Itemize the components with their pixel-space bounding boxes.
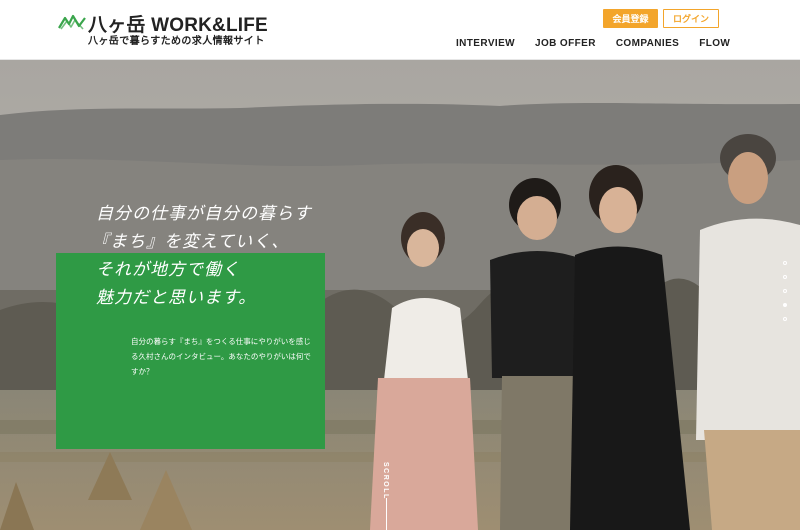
slider-dot[interactable] (783, 317, 787, 321)
slider-dot-active[interactable] (783, 303, 787, 307)
mountain-logo-icon (58, 14, 86, 30)
login-button[interactable]: ログイン (663, 9, 719, 28)
lead-line: すか？ (131, 367, 154, 376)
site-header: 八ヶ岳 WORK&LIFE 八ヶ岳で暮らすための求人情報サイト 会員登録 ログイ… (0, 0, 800, 60)
hero-slider: 自分の仕事が自分の暮らす 『まち』を変えていく、 それが地方で働く 魅力だと思い… (0, 60, 800, 530)
nav-flow[interactable]: FLOW (699, 38, 730, 49)
lead-text[interactable]: 自分の暮らす『まち』をつくる仕事にやりがいを感じ る久村さんのインタビュー。あな… (131, 334, 311, 379)
lead-line: る久村さんのインタビュー。あなたのやりがいは何で (131, 352, 311, 361)
register-button[interactable]: 会員登録 (603, 9, 658, 28)
logo-subtitle: 八ヶ岳で暮らすための求人情報サイト (88, 36, 265, 47)
catchcopy-line: 魅力だと思います。 (96, 288, 257, 308)
lead-line: 自分の暮らす『まち』をつくる仕事にやりがいを感じ (131, 337, 311, 346)
slider-dot[interactable] (783, 289, 787, 293)
slider-pagination (783, 261, 789, 331)
main-nav: INTERVIEW JOB OFFER COMPANIES FLOW (456, 38, 730, 49)
slider-dot[interactable] (783, 261, 787, 265)
nav-companies[interactable]: COMPANIES (616, 38, 679, 49)
nav-job-offer[interactable]: JOB OFFER (535, 38, 596, 49)
nav-interview[interactable]: INTERVIEW (456, 38, 515, 49)
catchcopy: 自分の仕事が自分の暮らす 『まち』を変えていく、 それが地方で働く 魅力だと思い… (92, 200, 312, 312)
scroll-indicator[interactable]: SCROLL (382, 462, 389, 500)
site-logo[interactable]: 八ヶ岳 WORK&LIFE 八ヶ岳で暮らすための求人情報サイト (58, 10, 288, 47)
catchcopy-line: 『まち』を変えていく、 (92, 232, 290, 252)
catchcopy-line: それが地方で働く (96, 260, 240, 280)
scroll-line (386, 498, 387, 530)
slider-dot[interactable] (783, 275, 787, 279)
catchcopy-line: 自分の仕事が自分の暮らす (96, 204, 312, 224)
